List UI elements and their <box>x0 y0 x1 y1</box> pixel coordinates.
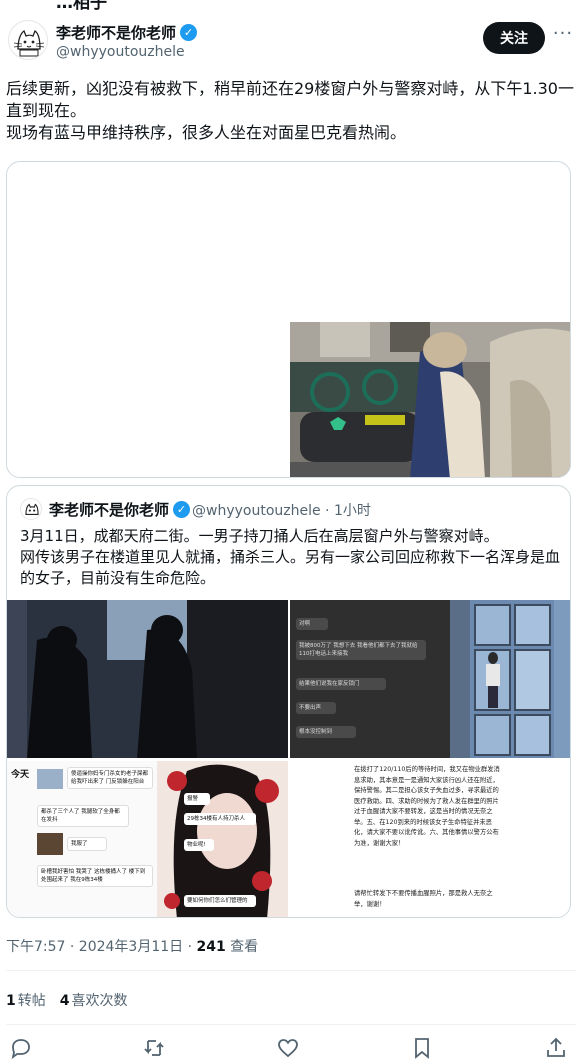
chat-message: 对啊 <box>296 618 328 630</box>
like-label: 喜欢次数 <box>71 993 128 1009</box>
quoted-tweet-text: 3月11日，成都天府二街。一男子持刀捅人后在高层窗户外与警察对峙。 网传该男子在… <box>20 526 560 589</box>
chat-message: 都杀了三个人了 我腿软了全身都在发抖 <box>37 805 129 827</box>
quoted-author-name-text: 李老师不是你老师 <box>49 501 170 519</box>
chat-thumbnail <box>37 833 63 855</box>
retweet-icon[interactable] <box>142 1036 166 1060</box>
tweet-header: 李老师不是你老师 ✓ @whyyoutouzhele 关注 ··· <box>0 0 586 78</box>
divider <box>6 1024 576 1025</box>
chat-message: 根本没控制到 <box>296 726 356 738</box>
quoted-photo-stairwell[interactable] <box>7 600 288 758</box>
chat-thumbnail <box>37 769 63 789</box>
quoted-text-line2: 网传该男子在楼道里见人就捅，捅杀三人。另有一家公司回应称救下一名浑身是血的女子，… <box>20 548 561 587</box>
like-heart-icon[interactable] <box>276 1036 300 1060</box>
bookmark-icon[interactable] <box>410 1036 434 1060</box>
verified-badge-icon: ✓ <box>173 501 191 518</box>
tweet-photo-scooters[interactable] <box>290 322 571 478</box>
tweet-text-line1: 后续更新，凶犯没有被救下，稍早前还在29楼窗户外与警察对峙，从下午1.30一直到… <box>6 79 574 120</box>
divider <box>6 970 576 971</box>
more-options-icon[interactable]: ··· <box>552 25 574 48</box>
author-name[interactable]: 李老师不是你老师 ✓ <box>56 22 198 43</box>
chat-message: 29栋34楼有人持刀杀人 <box>184 813 256 825</box>
action-bar <box>0 1036 586 1063</box>
chat-panel-left: 今天 傻逼操你妈专门杀女的老子屎都给我吓出来了 门反锁躲在阳台 都杀了三个人了 … <box>7 761 157 917</box>
verified-badge-icon: ✓ <box>180 24 198 41</box>
quoted-author-handle-time: @whyyoutouzhele · 1小时 <box>192 503 371 519</box>
chat-message: 不要出声 <box>296 702 336 714</box>
quoted-photo-statement[interactable]: 在拨打了120/110后的等待时间，我又在物业群发消息求助，其本意是一是通知大家… <box>290 761 570 917</box>
chat-message: 傻逼操你妈专门杀女的老子屎都给我吓出来了 门反锁躲在阳台 <box>67 767 153 789</box>
building-window-photo <box>450 600 570 758</box>
tweet-timestamp[interactable]: 下午7:57 · 2024年3月11日 · <box>6 939 197 955</box>
chat-message: 物业呢! <box>184 839 214 851</box>
quoted-tweet[interactable]: 李老师不是你老师 ✓ @whyyoutouzhele · 1小时 3月11日，成… <box>6 485 571 918</box>
quoted-photo-chat-screenshots[interactable]: 今天 傻逼操你妈专门杀女的老子屎都给我吓出来了 门反锁躲在阳台 都杀了三个人了 … <box>7 761 288 917</box>
chat-message: 我被800万了 我想下去 我看他们都下去了我就给110打电话上来接我 <box>296 640 426 660</box>
chat-message: 要如何你们怎么们管理的 <box>184 895 256 907</box>
quoted-text-line1: 3月11日，成都天府二街。一男子持刀捅人后在高层窗户外与警察对峙。 <box>20 527 499 545</box>
author-name-text[interactable]: 李老师不是你老师 <box>56 22 176 43</box>
view-count: 241 <box>196 939 226 955</box>
author-avatar[interactable] <box>8 20 48 60</box>
retweet-count: 1 <box>6 993 16 1009</box>
chat-message: 我服了 <box>67 837 107 851</box>
tweet-text-line2: 现场有蓝马甲维持秩序，很多人坐在对面星巴克看热闹。 <box>6 123 407 142</box>
cat-avatar-icon <box>25 503 39 515</box>
tweet-media[interactable] <box>6 161 571 478</box>
cat-avatar-icon <box>13 30 45 57</box>
tweet-stats: 1 转帖 4 喜欢次数 <box>6 990 128 1010</box>
like-stat[interactable]: 4 喜欢次数 <box>60 990 128 1010</box>
chat-day-label: 今天 <box>11 770 30 780</box>
tweet-text: 后续更新，凶犯没有被救下，稍早前还在29楼窗户外与警察对峙，从下午1.30一直到… <box>6 78 576 144</box>
quoted-media-grid[interactable]: 对啊 我被800万了 我想下去 我看他们都下去了我就给110打电话上来接我 结果… <box>7 600 570 917</box>
chat-message: 报警 <box>184 793 210 805</box>
chat-message: 结果他们说我在家反锁门 <box>296 678 386 690</box>
like-count: 4 <box>59 993 70 1009</box>
reply-icon[interactable] <box>9 1036 33 1060</box>
quoted-photo-chat-building[interactable]: 对啊 我被800万了 我想下去 我看他们都下去了我就给110打电话上来接我 结果… <box>290 600 570 758</box>
retweet-stat[interactable]: 1 转帖 <box>6 990 46 1010</box>
statement-text-footer: 请帮忙转发下不要传播血腥照片，那是救人无奈之举，谢谢！ <box>354 890 493 908</box>
retweet-label: 转帖 <box>17 993 46 1009</box>
follow-button[interactable]: 关注 <box>483 22 545 54</box>
quoted-author-name: 李老师不是你老师 ✓ <box>49 499 191 520</box>
statement-text: 在拨打了120/110后的等待时间，我又在物业群发消息求助，其本意是一是通知大家… <box>354 766 500 847</box>
author-handle[interactable]: @whyyoutouzhele <box>56 44 185 60</box>
chat-message: 卧槽我好害怕 我哭了 这栋楼捅人了 楼下到处围起来了 我在9栋34楼 <box>37 865 153 887</box>
view-label: 查看 <box>225 939 259 955</box>
quoted-author-avatar <box>20 498 42 520</box>
tweet-meta: 下午7:57 · 2024年3月11日 · 241 查看 <box>6 936 258 956</box>
share-icon[interactable] <box>544 1036 568 1060</box>
